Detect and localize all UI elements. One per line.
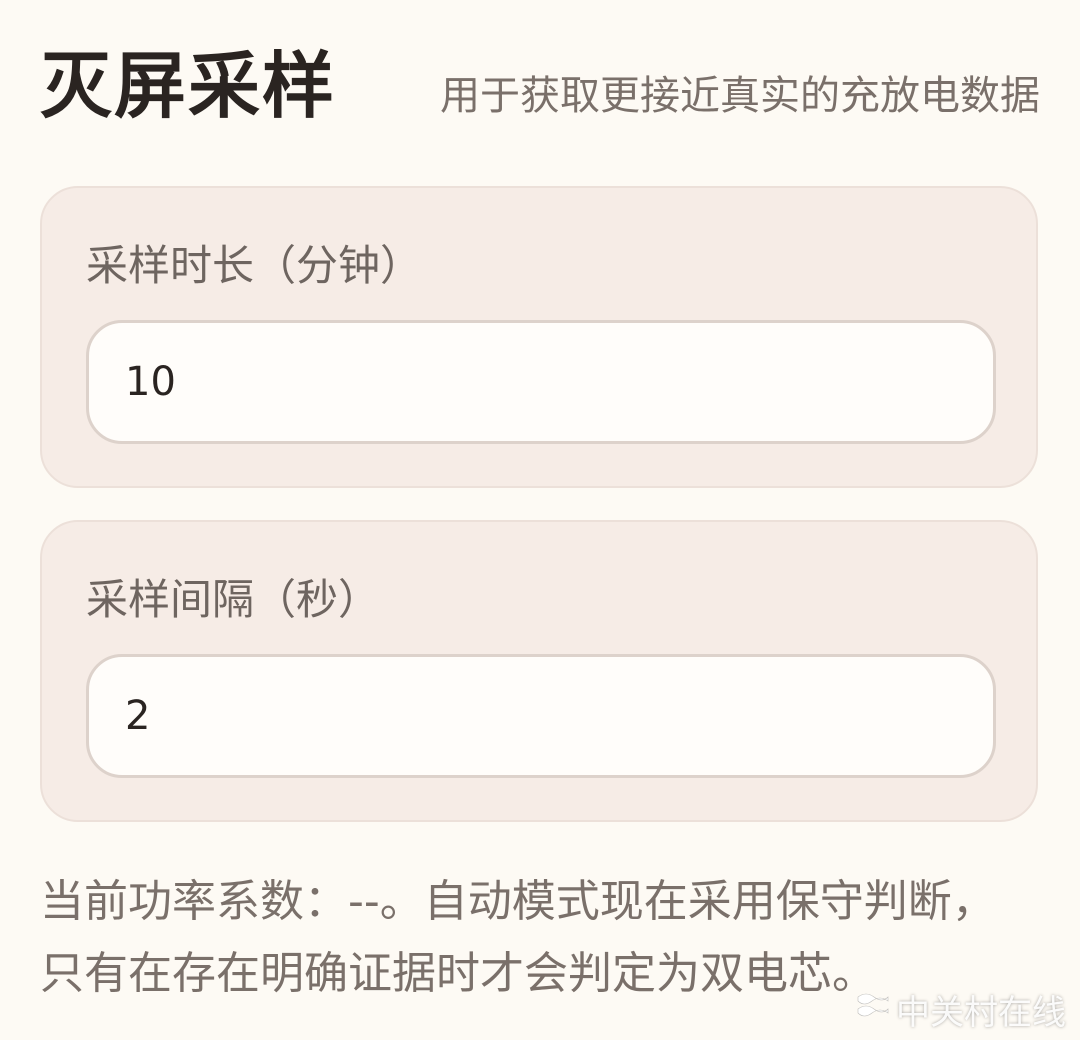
page-subtitle: 用于获取更接近真实的充放电数据 xyxy=(440,73,1040,119)
page-header: 灭屏采样 用于获取更接近真实的充放电数据 xyxy=(40,38,1040,138)
watermark: 中关村在线 xyxy=(854,984,1066,1034)
sampling-duration-card: 采样时长（分钟） xyxy=(40,186,1038,488)
sampling-interval-input[interactable] xyxy=(86,654,996,778)
sampling-interval-card: 采样间隔（秒） xyxy=(40,520,1038,822)
sampling-duration-input[interactable] xyxy=(86,320,996,444)
sampling-duration-label: 采样时长（分钟） xyxy=(86,241,423,290)
watermark-text: 中关村在线 xyxy=(896,992,1066,1033)
zol-logo-icon xyxy=(854,987,890,1032)
page-title: 灭屏采样 xyxy=(40,44,337,128)
sampling-interval-label: 采样间隔（秒） xyxy=(86,575,381,624)
